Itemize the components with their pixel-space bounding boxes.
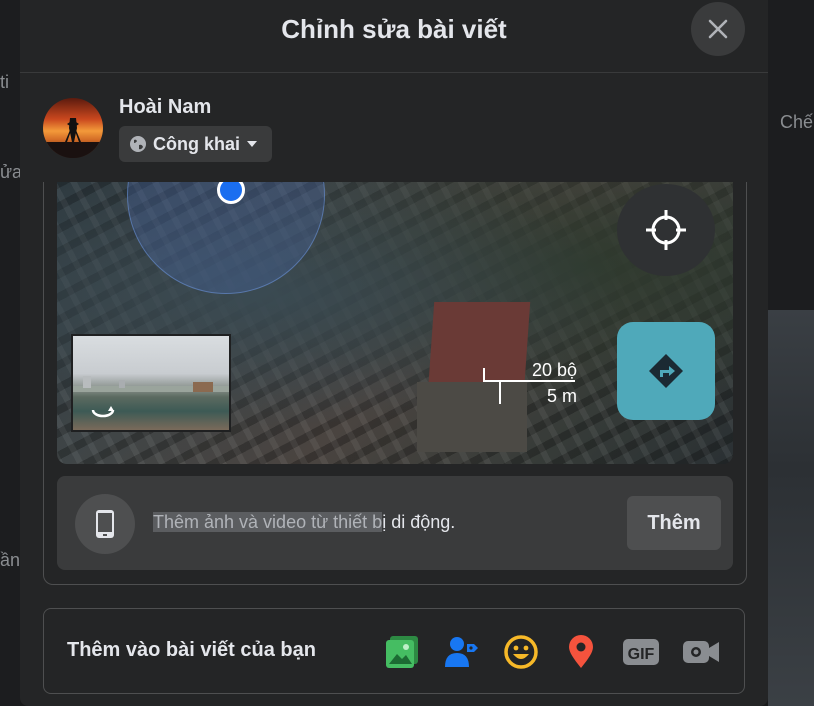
mobile-upload-text: Thêm ảnh và video từ thiết bị di động. <box>153 512 455 533</box>
background-text: ửa <box>0 162 23 182</box>
tag-people-button[interactable] <box>441 632 481 672</box>
gif-icon: GIF <box>623 639 659 665</box>
post-content: 20 bộ 5 m Thêm ảnh và video từ thiết bị … <box>43 182 747 585</box>
close-button[interactable] <box>691 2 745 56</box>
background-left: ti ửa ần <box>0 0 23 706</box>
check-in-icon <box>569 635 593 668</box>
feeling-activity-button[interactable] <box>501 632 541 672</box>
gif-button[interactable]: GIF <box>621 632 661 672</box>
phone-icon-container <box>75 494 135 554</box>
my-location-button[interactable] <box>617 184 715 276</box>
mobile-upload-text-selected: Thêm ảnh và video từ thiết b <box>153 512 383 532</box>
privacy-selector[interactable]: Công khai <box>119 126 273 162</box>
check-in-button[interactable] <box>561 632 601 672</box>
background-map <box>768 310 814 706</box>
mobile-upload-text-rest: ị di động. <box>382 512 456 532</box>
tag-people-icon <box>445 637 478 667</box>
photo-video-icon <box>386 636 418 668</box>
location-map[interactable]: 20 bộ 5 m <box>57 182 733 464</box>
add-to-post-bar: Thêm vào bài viết của bạn GIF <box>43 608 745 694</box>
add-to-post-label: Thêm vào bài viết của bạn <box>67 639 316 661</box>
avatar-image <box>43 118 103 158</box>
caret-down-icon <box>247 141 258 147</box>
live-video-icon <box>683 641 719 663</box>
street-view-thumbnail[interactable] <box>71 334 231 432</box>
globe-icon <box>130 136 146 152</box>
add-from-mobile-button[interactable]: Thêm <box>627 496 721 550</box>
background-right: Chế <box>768 0 814 706</box>
gif-icon-text: GIF <box>628 646 655 663</box>
scale-meter-label: 5 m <box>546 386 577 406</box>
mobile-upload-panel: Thêm ảnh và video từ thiết bị di động. T… <box>57 476 733 570</box>
edit-post-dialog: Chỉnh sửa bài viết Hoài Nam Công khai 20… <box>20 0 768 706</box>
scale-feet-label: 20 bộ <box>531 360 577 380</box>
background-text: ti <box>0 72 9 92</box>
map-scale: 20 bộ 5 m <box>483 360 577 410</box>
mobile-phone-icon <box>96 510 114 538</box>
live-video-button[interactable] <box>681 632 721 672</box>
dialog-title: Chỉnh sửa bài viết <box>281 14 507 44</box>
privacy-label: Công khai <box>153 133 241 154</box>
photo-video-button[interactable] <box>382 632 422 672</box>
close-icon <box>708 19 728 39</box>
directions-icon <box>649 354 683 388</box>
dialog-header: Chỉnh sửa bài viết <box>20 0 768 73</box>
directions-button[interactable] <box>617 322 715 420</box>
author-name[interactable]: Hoài Nam <box>119 96 211 119</box>
feeling-icon <box>504 635 538 669</box>
avatar[interactable] <box>43 98 103 158</box>
crosshair-icon <box>646 210 686 250</box>
background-text: Chế <box>780 112 814 132</box>
background-text: ần <box>0 550 21 570</box>
street-view-image <box>73 376 229 418</box>
